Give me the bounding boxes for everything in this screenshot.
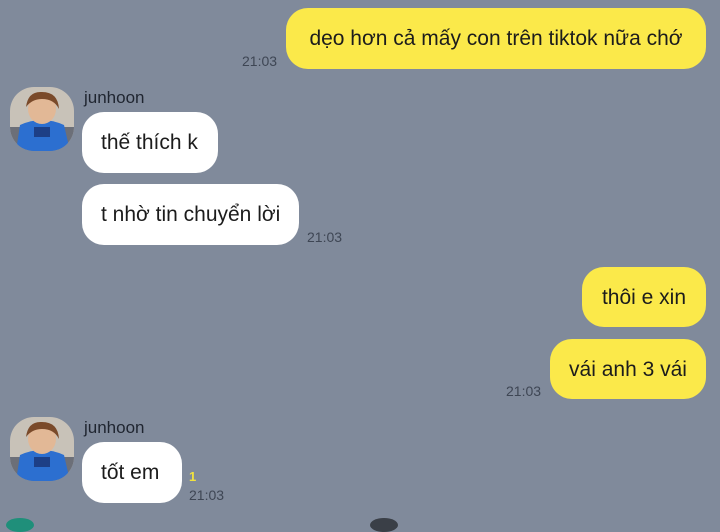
outgoing-message-bubble[interactable]: vái anh 3 vái: [550, 339, 706, 399]
sender-name: junhoon: [84, 88, 145, 107]
outgoing-message-bubble[interactable]: dẹo hơn cả mấy con trên tiktok nữa chớ: [286, 8, 706, 69]
message-text: tốt em: [101, 461, 160, 484]
message-text: thế thích k: [101, 131, 198, 154]
incoming-message-bubble[interactable]: tốt em: [82, 442, 182, 503]
message-text: thôi e xin: [601, 285, 687, 309]
message-timestamp: 21:03: [242, 53, 278, 69]
incoming-message-bubble[interactable]: thế thích k: [82, 112, 218, 173]
partial-avatar-decoration: [370, 518, 398, 532]
message-timestamp: 21:03: [307, 229, 343, 245]
unread-count: 1: [189, 469, 197, 484]
sender-name: junhoon: [84, 418, 145, 437]
message-timestamp: 21:03: [189, 487, 225, 503]
avatar-icon[interactable]: [10, 417, 74, 481]
partial-avatar-decoration: [6, 518, 34, 532]
message-text: dẹo hơn cả mấy con trên tiktok nữa chớ: [309, 27, 683, 50]
message-text: t nhờ tin chuyển lời: [101, 203, 281, 226]
avatar-icon[interactable]: [10, 87, 74, 151]
incoming-message-bubble[interactable]: t nhờ tin chuyển lời: [82, 184, 299, 245]
message-text: vái anh 3 vái: [569, 357, 687, 381]
outgoing-message-bubble[interactable]: thôi e xin: [582, 267, 706, 327]
message-timestamp: 21:03: [506, 383, 542, 399]
